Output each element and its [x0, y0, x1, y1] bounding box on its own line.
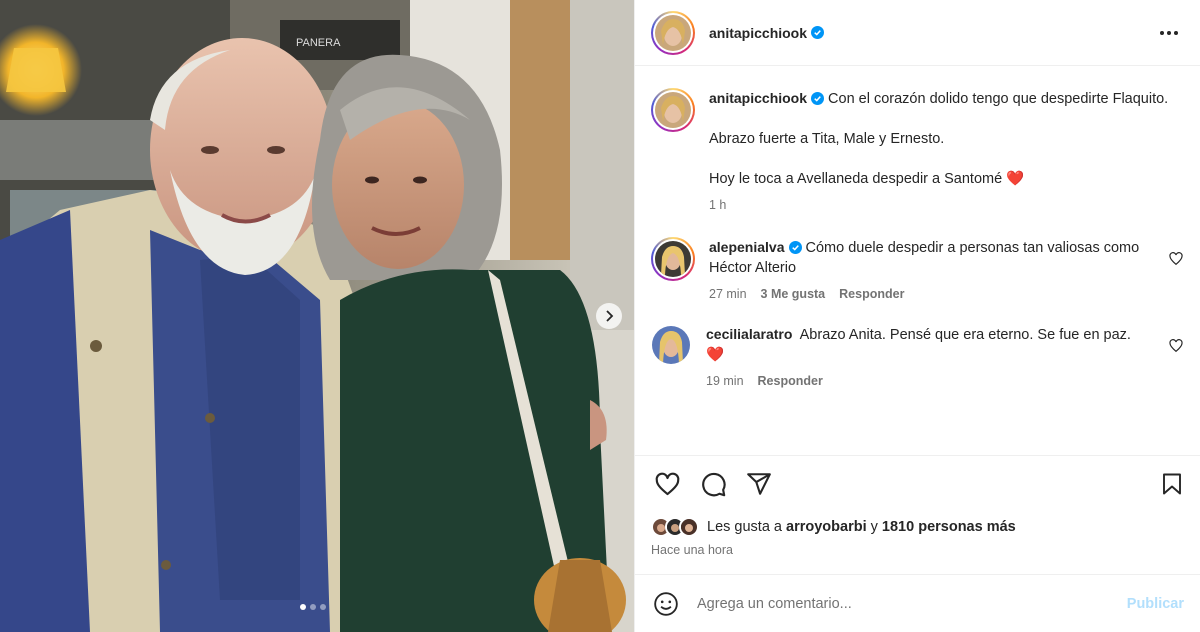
save-icon [1163, 473, 1181, 495]
post-time-ago[interactable]: Hace una hora [635, 542, 1200, 564]
caption-username[interactable]: anitapicchiook [709, 90, 807, 106]
heart-emoji: ❤️ [1006, 171, 1025, 187]
caption-line-1: Con el corazón dolido tengo que despedir… [828, 91, 1169, 107]
author-username[interactable]: anitapicchiook [709, 25, 807, 41]
author-avatar[interactable] [651, 10, 695, 55]
first-liker-username[interactable]: arroyobarbi [786, 519, 867, 535]
commenter-avatar-image [655, 241, 691, 277]
reply-button[interactable]: Responder [758, 373, 823, 389]
likes-others-count[interactable]: 1810 personas más [882, 519, 1016, 535]
publish-button[interactable]: Publicar [1127, 596, 1184, 612]
share-button[interactable] [745, 470, 773, 498]
comment-username[interactable]: alepenialva [709, 239, 785, 255]
heart-emoji: ❤️ [706, 347, 725, 363]
likers-avatars[interactable] [651, 517, 699, 537]
comment-icon [701, 472, 726, 496]
comment-like-icon[interactable] [1168, 338, 1184, 354]
caption-avatar[interactable] [651, 88, 695, 132]
comment-likes[interactable]: 3 Me gusta [761, 286, 826, 302]
caption-line-2: Abrazo fuerte a Tita, Male y Ernesto. [709, 131, 945, 147]
photo-illustration: PANERA [0, 0, 634, 632]
comment-time[interactable]: 27 min [709, 286, 747, 302]
comment-item: alepenialva Cómo duele despedir a persona… [651, 237, 1184, 302]
comment-input[interactable] [697, 595, 1127, 612]
more-options-button[interactable] [1154, 18, 1184, 48]
caption: anitapicchiook Con el corazón dolido teng… [651, 88, 1184, 213]
likes-summary: Les gusta a arroyobarbi y 1810 personas … [635, 512, 1200, 542]
carousel-dot [320, 604, 326, 610]
post-photo[interactable]: PANERA [0, 0, 634, 632]
carousel-dot [310, 604, 316, 610]
verified-badge-icon [811, 26, 825, 39]
store-sign-text: PANERA [296, 37, 341, 49]
save-button[interactable] [1158, 470, 1186, 498]
commenter-avatar-image [652, 326, 690, 364]
likes-conj: y [870, 519, 878, 535]
instagram-post: PANERA anitapicchiook anitapicchiook Con… [0, 0, 1200, 632]
comment-composer: Publicar [635, 574, 1200, 632]
comment-item: cecilialaratro Abrazo Anita. Pensé que e… [651, 324, 1184, 389]
likes-prefix: Les gusta a [707, 519, 782, 535]
more-options-icon [1160, 30, 1164, 35]
verified-badge-icon [811, 92, 825, 105]
post-header: anitapicchiook [635, 0, 1200, 66]
carousel-dot-active [300, 604, 306, 610]
comments-section: anitapicchiook Con el corazón dolido teng… [635, 66, 1200, 456]
commenter-avatar[interactable] [651, 237, 695, 281]
action-bar [635, 456, 1200, 512]
like-button[interactable] [653, 470, 681, 498]
commenter-avatar[interactable] [652, 326, 690, 364]
chevron-right-icon [606, 310, 614, 322]
carousel-next-button[interactable] [596, 303, 622, 329]
carousel-indicator [300, 604, 326, 610]
post-sidebar: anitapicchiook anitapicchiook Con el cor… [634, 0, 1200, 632]
comment-username[interactable]: cecilialaratro [706, 326, 792, 342]
reply-button[interactable]: Responder [839, 286, 904, 302]
emoji-icon[interactable] [653, 591, 679, 617]
liker-avatar [679, 517, 699, 537]
caption-time[interactable]: 1 h [709, 197, 726, 213]
comment-time[interactable]: 19 min [706, 373, 744, 389]
share-icon [747, 473, 771, 495]
caption-line-3: Hoy le toca a Avellaneda despedir a Sant… [709, 171, 1003, 187]
comment-text: Abrazo Anita. Pensé que era eterno. Se f… [799, 327, 1131, 343]
like-icon [655, 472, 679, 495]
comment-like-icon[interactable] [1168, 251, 1184, 267]
verified-badge-icon [788, 241, 802, 254]
comment-button[interactable] [699, 470, 727, 498]
caption-avatar-image [655, 92, 691, 128]
author-avatar-image [655, 14, 691, 51]
